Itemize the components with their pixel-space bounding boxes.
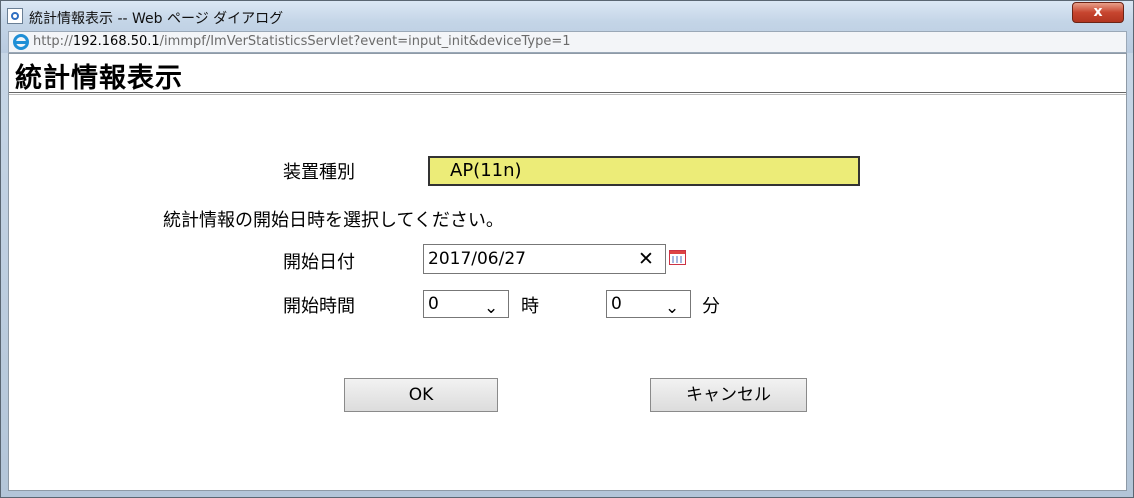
url-host: 192.168.50.1	[72, 34, 160, 49]
page-title: 統計情報表示	[15, 63, 183, 94]
minute-value: 0	[611, 294, 622, 314]
ok-button[interactable]: OK	[344, 378, 498, 412]
ie-page-icon	[7, 8, 23, 24]
start-date-label: 開始日付	[283, 252, 355, 273]
hour-value: 0	[428, 294, 439, 314]
address-url: http://192.168.50.1/immpf/ImVerStatistic…	[33, 34, 571, 49]
clear-icon[interactable]: ✕	[638, 245, 654, 273]
device-type-value: AP(11n)	[428, 156, 860, 186]
close-button[interactable]: x	[1072, 2, 1124, 23]
minute-unit: 分	[702, 296, 720, 317]
ie-logo-icon	[13, 34, 29, 50]
minute-select[interactable]: 0 ⌄	[606, 290, 691, 318]
hour-select[interactable]: 0 ⌄	[423, 290, 509, 318]
start-time-label: 開始時間	[283, 296, 355, 317]
hour-unit: 時	[521, 296, 539, 317]
title-divider-shadow	[9, 94, 1126, 95]
url-path: /immpf/ImVerStatisticsServlet?event=inpu…	[159, 34, 571, 49]
window-title: 統計情報表示 -- Web ページ ダイアログ	[29, 11, 284, 27]
chevron-down-icon: ⌄	[665, 298, 680, 318]
start-date-input[interactable]: 2017/06/27	[423, 244, 666, 274]
cancel-button[interactable]: キャンセル	[650, 378, 807, 412]
instruction-text: 統計情報の開始日時を選択してください。	[163, 210, 504, 231]
title-divider	[9, 92, 1126, 93]
dialog-content: 統計情報表示 装置種別 AP(11n) 統計情報の開始日時を選択してください。 …	[8, 53, 1127, 491]
device-type-label: 装置種別	[283, 162, 355, 183]
dialog-window: 統計情報表示 -- Web ページ ダイアログ x http://192.168…	[0, 0, 1134, 498]
address-bar: http://192.168.50.1/immpf/ImVerStatistic…	[8, 31, 1127, 53]
chevron-down-icon: ⌄	[484, 298, 499, 318]
calendar-icon[interactable]	[669, 250, 686, 265]
url-prefix: http://	[33, 34, 73, 49]
